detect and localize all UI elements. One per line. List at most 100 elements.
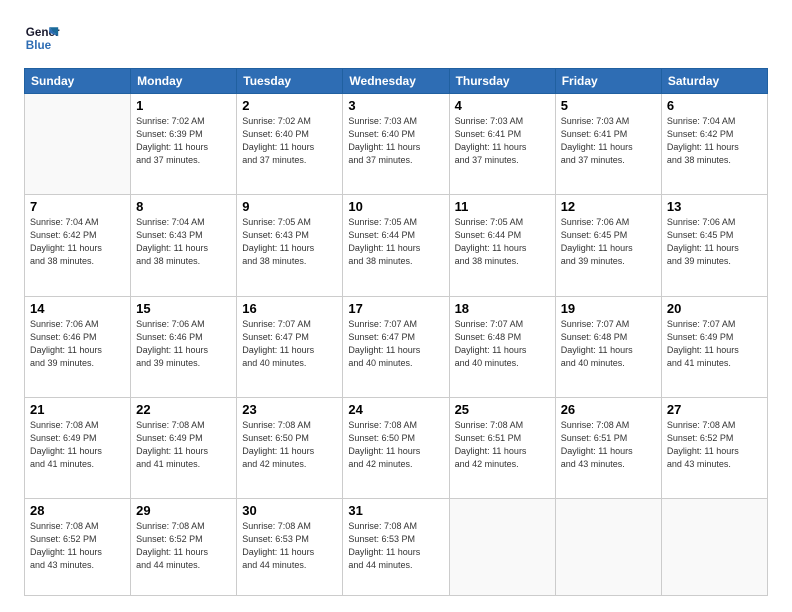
cell-day-number: 29	[136, 503, 231, 518]
cell-day-number: 5	[561, 98, 656, 113]
calendar-table: SundayMondayTuesdayWednesdayThursdayFrid…	[24, 68, 768, 596]
logo: General Blue	[24, 20, 60, 56]
cell-day-number: 6	[667, 98, 762, 113]
weekday-header: Wednesday	[343, 69, 449, 94]
weekday-header: Saturday	[661, 69, 767, 94]
cell-info-text: Sunrise: 7:03 AMSunset: 6:40 PMDaylight:…	[348, 115, 443, 167]
cell-info-text: Sunrise: 7:02 AMSunset: 6:39 PMDaylight:…	[136, 115, 231, 167]
cell-day-number: 18	[455, 301, 550, 316]
calendar-cell: 23 Sunrise: 7:08 AMSunset: 6:50 PMDayligh…	[237, 397, 343, 498]
calendar-cell	[555, 499, 661, 596]
logo-icon: General Blue	[24, 20, 60, 56]
cell-day-number: 31	[348, 503, 443, 518]
cell-info-text: Sunrise: 7:02 AMSunset: 6:40 PMDaylight:…	[242, 115, 337, 167]
page: General Blue SundayMondayTuesdayWednesda…	[0, 0, 792, 612]
cell-info-text: Sunrise: 7:08 AMSunset: 6:50 PMDaylight:…	[348, 419, 443, 471]
calendar-cell: 1 Sunrise: 7:02 AMSunset: 6:39 PMDaylight…	[131, 94, 237, 195]
calendar-cell: 24 Sunrise: 7:08 AMSunset: 6:50 PMDayligh…	[343, 397, 449, 498]
cell-info-text: Sunrise: 7:07 AMSunset: 6:47 PMDaylight:…	[348, 318, 443, 370]
cell-info-text: Sunrise: 7:08 AMSunset: 6:52 PMDaylight:…	[30, 520, 125, 572]
cell-info-text: Sunrise: 7:08 AMSunset: 6:51 PMDaylight:…	[455, 419, 550, 471]
calendar-cell: 2 Sunrise: 7:02 AMSunset: 6:40 PMDaylight…	[237, 94, 343, 195]
calendar-cell: 31 Sunrise: 7:08 AMSunset: 6:53 PMDayligh…	[343, 499, 449, 596]
calendar-cell: 11Sunrise: 7:05 AMSunset: 6:44 PMDayligh…	[449, 195, 555, 296]
cell-info-text: Sunrise: 7:06 AMSunset: 6:46 PMDaylight:…	[136, 318, 231, 370]
cell-info-text: Sunrise: 7:05 AMSunset: 6:44 PMDaylight:…	[455, 216, 550, 268]
cell-day-number: 22	[136, 402, 231, 417]
cell-day-number: 25	[455, 402, 550, 417]
calendar-cell: 4 Sunrise: 7:03 AMSunset: 6:41 PMDaylight…	[449, 94, 555, 195]
cell-day-number: 4	[455, 98, 550, 113]
cell-info-text: Sunrise: 7:04 AMSunset: 6:43 PMDaylight:…	[136, 216, 231, 268]
calendar-cell: 17Sunrise: 7:07 AMSunset: 6:47 PMDayligh…	[343, 296, 449, 397]
cell-info-text: Sunrise: 7:07 AMSunset: 6:48 PMDaylight:…	[561, 318, 656, 370]
cell-day-number: 21	[30, 402, 125, 417]
calendar-cell: 7 Sunrise: 7:04 AMSunset: 6:42 PMDaylight…	[25, 195, 131, 296]
cell-info-text: Sunrise: 7:03 AMSunset: 6:41 PMDaylight:…	[561, 115, 656, 167]
weekday-header: Friday	[555, 69, 661, 94]
calendar-cell: 18 Sunrise: 7:07 AMSunset: 6:48 PMDayligh…	[449, 296, 555, 397]
weekday-header: Tuesday	[237, 69, 343, 94]
calendar-cell	[449, 499, 555, 596]
cell-info-text: Sunrise: 7:08 AMSunset: 6:50 PMDaylight:…	[242, 419, 337, 471]
cell-info-text: Sunrise: 7:08 AMSunset: 6:53 PMDaylight:…	[242, 520, 337, 572]
svg-text:Blue: Blue	[26, 39, 52, 52]
header: General Blue	[24, 20, 768, 56]
calendar-cell: 3Sunrise: 7:03 AMSunset: 6:40 PMDaylight…	[343, 94, 449, 195]
cell-info-text: Sunrise: 7:06 AMSunset: 6:45 PMDaylight:…	[561, 216, 656, 268]
calendar-week-row: 14 Sunrise: 7:06 AMSunset: 6:46 PMDayligh…	[25, 296, 768, 397]
cell-day-number: 10	[348, 199, 443, 214]
cell-day-number: 12	[561, 199, 656, 214]
cell-day-number: 16	[242, 301, 337, 316]
calendar-cell: 30 Sunrise: 7:08 AMSunset: 6:53 PMDayligh…	[237, 499, 343, 596]
cell-day-number: 26	[561, 402, 656, 417]
cell-day-number: 24	[348, 402, 443, 417]
cell-day-number: 30	[242, 503, 337, 518]
calendar-week-row: 21 Sunrise: 7:08 AMSunset: 6:49 PMDayligh…	[25, 397, 768, 498]
cell-info-text: Sunrise: 7:04 AMSunset: 6:42 PMDaylight:…	[30, 216, 125, 268]
cell-info-text: Sunrise: 7:08 AMSunset: 6:49 PMDaylight:…	[30, 419, 125, 471]
calendar-cell: 10 Sunrise: 7:05 AMSunset: 6:44 PMDayligh…	[343, 195, 449, 296]
calendar-cell: 27 Sunrise: 7:08 AMSunset: 6:52 PMDayligh…	[661, 397, 767, 498]
cell-day-number: 13	[667, 199, 762, 214]
cell-day-number: 8	[136, 199, 231, 214]
cell-info-text: Sunrise: 7:08 AMSunset: 6:49 PMDaylight:…	[136, 419, 231, 471]
cell-info-text: Sunrise: 7:07 AMSunset: 6:48 PMDaylight:…	[455, 318, 550, 370]
cell-day-number: 23	[242, 402, 337, 417]
calendar-cell: 16 Sunrise: 7:07 AMSunset: 6:47 PMDayligh…	[237, 296, 343, 397]
calendar-cell: 13 Sunrise: 7:06 AMSunset: 6:45 PMDayligh…	[661, 195, 767, 296]
calendar-cell	[661, 499, 767, 596]
calendar-cell: 29Sunrise: 7:08 AMSunset: 6:52 PMDayligh…	[131, 499, 237, 596]
cell-info-text: Sunrise: 7:05 AMSunset: 6:43 PMDaylight:…	[242, 216, 337, 268]
cell-info-text: Sunrise: 7:06 AMSunset: 6:46 PMDaylight:…	[30, 318, 125, 370]
cell-info-text: Sunrise: 7:04 AMSunset: 6:42 PMDaylight:…	[667, 115, 762, 167]
cell-info-text: Sunrise: 7:08 AMSunset: 6:52 PMDaylight:…	[667, 419, 762, 471]
cell-info-text: Sunrise: 7:06 AMSunset: 6:45 PMDaylight:…	[667, 216, 762, 268]
cell-info-text: Sunrise: 7:05 AMSunset: 6:44 PMDaylight:…	[348, 216, 443, 268]
cell-day-number: 7	[30, 199, 125, 214]
calendar-week-row: 1 Sunrise: 7:02 AMSunset: 6:39 PMDaylight…	[25, 94, 768, 195]
weekday-header: Sunday	[25, 69, 131, 94]
cell-day-number: 15	[136, 301, 231, 316]
calendar-week-row: 28Sunrise: 7:08 AMSunset: 6:52 PMDayligh…	[25, 499, 768, 596]
cell-info-text: Sunrise: 7:03 AMSunset: 6:41 PMDaylight:…	[455, 115, 550, 167]
cell-day-number: 9	[242, 199, 337, 214]
cell-day-number: 14	[30, 301, 125, 316]
calendar-cell: 14 Sunrise: 7:06 AMSunset: 6:46 PMDayligh…	[25, 296, 131, 397]
calendar-cell	[25, 94, 131, 195]
cell-info-text: Sunrise: 7:08 AMSunset: 6:51 PMDaylight:…	[561, 419, 656, 471]
cell-day-number: 20	[667, 301, 762, 316]
cell-day-number: 19	[561, 301, 656, 316]
cell-day-number: 2	[242, 98, 337, 113]
cell-info-text: Sunrise: 7:08 AMSunset: 6:53 PMDaylight:…	[348, 520, 443, 572]
weekday-header: Thursday	[449, 69, 555, 94]
cell-info-text: Sunrise: 7:07 AMSunset: 6:47 PMDaylight:…	[242, 318, 337, 370]
calendar-cell: 26 Sunrise: 7:08 AMSunset: 6:51 PMDayligh…	[555, 397, 661, 498]
cell-day-number: 1	[136, 98, 231, 113]
calendar-cell: 28Sunrise: 7:08 AMSunset: 6:52 PMDayligh…	[25, 499, 131, 596]
cell-day-number: 27	[667, 402, 762, 417]
calendar-cell: 20Sunrise: 7:07 AMSunset: 6:49 PMDayligh…	[661, 296, 767, 397]
calendar-cell: 19 Sunrise: 7:07 AMSunset: 6:48 PMDayligh…	[555, 296, 661, 397]
calendar-cell: 25 Sunrise: 7:08 AMSunset: 6:51 PMDayligh…	[449, 397, 555, 498]
weekday-header: Monday	[131, 69, 237, 94]
